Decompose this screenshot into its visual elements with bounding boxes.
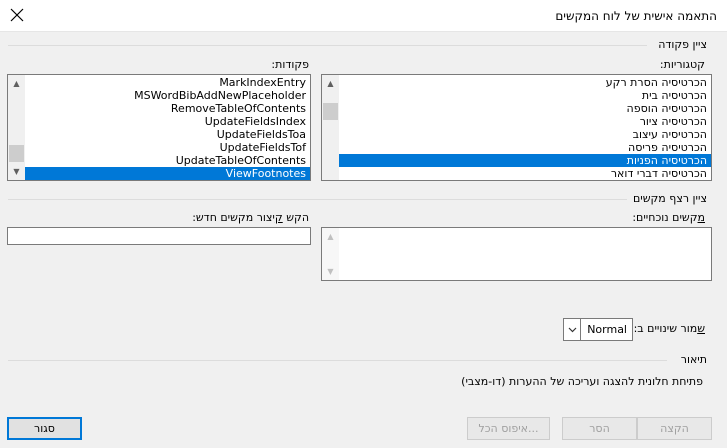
category-item[interactable]: הכרטיסיה בית — [339, 89, 711, 102]
description-text: פתיחת חלונית להצגה ועריכה של ההערות (דו-… — [461, 375, 703, 388]
chevron-up-icon[interactable]: ▲ — [322, 75, 339, 92]
command-group-divider — [8, 45, 647, 46]
save-in-dropdown[interactable]: Normal — [563, 318, 633, 341]
chevron-down-icon: ▼ — [327, 267, 334, 276]
keys-group-divider — [8, 199, 627, 200]
command-item[interactable]: UpdateFieldsToa — [25, 128, 310, 141]
current-keys-listbox[interactable]: ▲ ▼ — [321, 227, 712, 281]
remove-button[interactable]: הסר — [562, 417, 637, 440]
title-bar: התאמה אישית של לוח המקשים — [0, 0, 727, 32]
description-divider — [8, 360, 667, 361]
keys-group-label: ציין רצף מקשים — [632, 192, 707, 205]
category-item[interactable]: הכרטיסיה פריסה — [339, 141, 711, 154]
categories-scroll-thumb[interactable] — [323, 103, 338, 120]
commands-label: פקודות: — [271, 58, 309, 71]
window-title: התאמה אישית של לוח המקשים — [555, 9, 717, 23]
categories-listbox[interactable]: ▲ הכרטיסיה הסרת רקע הכרטיסיה בית הכרטיסיה … — [321, 74, 712, 181]
command-item[interactable]: MSWordBibAddNewPlaceholder — [25, 89, 310, 102]
save-in-label: שמור שינויים ב: — [633, 322, 705, 335]
command-item[interactable]: UpdateFieldsIndex — [25, 115, 310, 128]
close-icon[interactable] — [6, 4, 28, 26]
category-item[interactable]: הכרטיסיה הסרת רקע — [339, 76, 711, 89]
command-item[interactable]: UpdateFieldsTof — [25, 141, 310, 154]
chevron-down-icon[interactable] — [564, 319, 581, 340]
command-item[interactable]: UpdateTableOfContents — [25, 154, 310, 167]
commands-scroll-thumb[interactable] — [9, 145, 24, 162]
description-label: תיאור — [680, 353, 707, 366]
categories-scrollbar[interactable]: ▲ — [322, 75, 339, 180]
new-shortcut-input[interactable] — [7, 227, 311, 245]
assign-button[interactable]: הקצה — [637, 417, 712, 440]
new-shortcut-label: הקש קיצור מקשים חדש: — [192, 211, 309, 224]
category-item[interactable]: הכרטיסיה הפניות — [339, 154, 711, 167]
close-button[interactable]: סגור — [7, 417, 82, 440]
category-item[interactable]: הכרטיסיה עיצוב — [339, 128, 711, 141]
save-in-value: Normal — [587, 323, 627, 336]
command-item[interactable]: ViewFootnotes — [25, 167, 310, 180]
current-keys-label: מקשים נוכחיים: — [632, 211, 705, 224]
category-item[interactable]: הכרטיסיה דברי דואר — [339, 167, 711, 180]
chevron-up-icon: ▲ — [327, 232, 334, 241]
category-item[interactable]: הכרטיסיה הוספה — [339, 102, 711, 115]
command-group-label: ציין פקודה — [658, 38, 707, 51]
command-item[interactable]: RemoveTableOfContents — [25, 102, 310, 115]
commands-listbox[interactable]: ▲ ▼ MarkIndexEntry MSWordBibAddNewPlaceho… — [7, 74, 311, 181]
reset-all-button[interactable]: איפוס הכל... — [467, 417, 550, 440]
chevron-up-icon[interactable]: ▲ — [8, 75, 25, 92]
chevron-down-icon[interactable]: ▼ — [8, 163, 25, 180]
commands-scrollbar[interactable]: ▲ ▼ — [8, 75, 25, 180]
command-item[interactable]: MarkIndexEntry — [25, 76, 310, 89]
current-keys-scrollbar[interactable]: ▲ ▼ — [322, 228, 339, 280]
categories-label: קטגוריות: — [659, 58, 705, 71]
category-item[interactable]: הכרטיסיה ציור — [339, 115, 711, 128]
